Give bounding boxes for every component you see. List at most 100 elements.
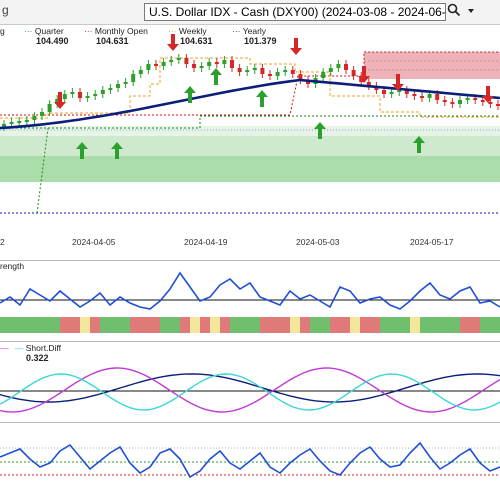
date-axis-label: 2	[0, 237, 5, 247]
candle-body	[450, 102, 455, 104]
oscillator-panel[interactable]	[0, 423, 500, 500]
strength-cell	[60, 317, 70, 333]
diff-legend: — — Short.Diff 0.322	[0, 343, 62, 363]
sell-arrow	[362, 66, 366, 76]
strength-color-bar	[0, 317, 500, 333]
strength-cell	[300, 317, 310, 333]
legend-quarter-swatch: ···	[24, 26, 33, 36]
date-axis-label: 2024-04-05	[72, 237, 116, 247]
candle-body	[275, 72, 280, 76]
strength-cell	[470, 317, 480, 333]
candle-body	[496, 104, 500, 106]
strength-cell	[240, 317, 250, 333]
sell-arrow	[58, 92, 62, 102]
search-icon[interactable]	[445, 3, 463, 21]
short-diff-chart[interactable]	[0, 342, 500, 422]
candle-body	[176, 58, 181, 60]
candle-body	[382, 90, 386, 94]
legend-weekly: ··· Weekly 104.631	[168, 26, 213, 46]
short-diff-panel[interactable]: — — Short.Diff 0.322	[0, 342, 500, 423]
candle-body	[435, 94, 440, 100]
buy-arrow-head	[184, 86, 196, 93]
strength-cell	[120, 317, 130, 333]
chevron-down-icon[interactable]	[462, 3, 480, 21]
strength-cell	[490, 317, 500, 333]
legend-quarter-value: 104.490	[36, 36, 69, 46]
candle-body	[283, 70, 288, 72]
strength-cell	[350, 317, 360, 333]
candle-body	[321, 72, 326, 78]
buy-arrow-head	[256, 90, 268, 97]
buy-arrow-head	[210, 68, 222, 75]
strength-cell	[160, 317, 170, 333]
strength-cell	[420, 317, 430, 333]
strength-cell	[400, 317, 410, 333]
candle-body	[47, 104, 52, 112]
resistance-zone	[364, 52, 500, 79]
support-zone-dark	[0, 156, 500, 182]
strength-cell	[340, 317, 350, 333]
date-axis-label: 2024-05-17	[410, 237, 454, 247]
candle-body	[336, 64, 341, 68]
price-chart[interactable]	[0, 24, 500, 260]
candle-body	[199, 66, 204, 68]
candle-body	[85, 96, 90, 98]
legend-yearly: ··· Yearly 101.379	[232, 26, 277, 46]
buy-arrow	[417, 143, 421, 153]
strength-cell	[270, 317, 280, 333]
candle-body	[146, 64, 151, 70]
sell-arrow-head	[54, 102, 66, 109]
candle-body	[473, 98, 478, 100]
buy-arrow	[260, 97, 264, 107]
strength-panel[interactable]: rength	[0, 261, 500, 342]
strength-cell	[10, 317, 20, 333]
candle-body	[344, 64, 348, 70]
strength-cell	[390, 317, 400, 333]
candle-body	[237, 68, 242, 72]
candle-body	[389, 92, 394, 94]
strength-cell	[450, 317, 460, 333]
strength-cell	[180, 317, 190, 333]
oscillator-chart[interactable]	[0, 423, 500, 500]
strength-cell	[250, 317, 260, 333]
candle-body	[192, 64, 196, 68]
candle-body	[131, 74, 136, 82]
strength-chart[interactable]	[0, 261, 500, 341]
candle-body	[260, 68, 265, 74]
chart-toolbar: g U.S. Dollar IDX - Cash (DXY00) (2024-0…	[0, 0, 500, 25]
candle-body	[328, 68, 333, 72]
candle-body	[32, 116, 37, 120]
strength-cell	[430, 317, 440, 333]
strength-cell	[370, 317, 380, 333]
candle-body	[480, 100, 485, 102]
candle-body	[24, 120, 29, 122]
moving-average-line	[0, 78, 500, 130]
candle-body	[412, 94, 417, 96]
strength-cell	[110, 317, 120, 333]
legend-yearly-value: 101.379	[244, 36, 277, 46]
buy-arrow	[80, 149, 84, 159]
strength-cell	[220, 317, 230, 333]
strength-cell	[90, 317, 100, 333]
buy-arrow	[318, 129, 322, 139]
candle-body	[351, 70, 356, 76]
strength-cell	[70, 317, 80, 333]
candle-body	[62, 94, 67, 99]
legend-monthly-swatch: ···	[84, 26, 93, 36]
sell-arrow	[396, 74, 400, 84]
support-zone-faint	[0, 126, 500, 136]
diff-line-dark	[0, 373, 500, 403]
toolbar-left-text: g	[2, 3, 9, 17]
buy-arrow	[188, 93, 192, 103]
strength-cell	[40, 317, 50, 333]
date-axis-label: 2024-05-03	[296, 237, 340, 247]
price-chart-panel[interactable]: g ··· Quarter 104.490 ··· Monthly Open 1…	[0, 24, 500, 261]
candle-body	[268, 74, 272, 76]
date-axis-label: 2024-04-19	[184, 237, 228, 247]
candle-body	[40, 112, 44, 116]
strength-cell	[280, 317, 290, 333]
candle-body	[252, 68, 257, 70]
symbol-selector[interactable]: U.S. Dollar IDX - Cash (DXY00) (2024-03-…	[144, 3, 446, 21]
candle-body	[420, 96, 424, 98]
candle-body	[70, 92, 75, 94]
